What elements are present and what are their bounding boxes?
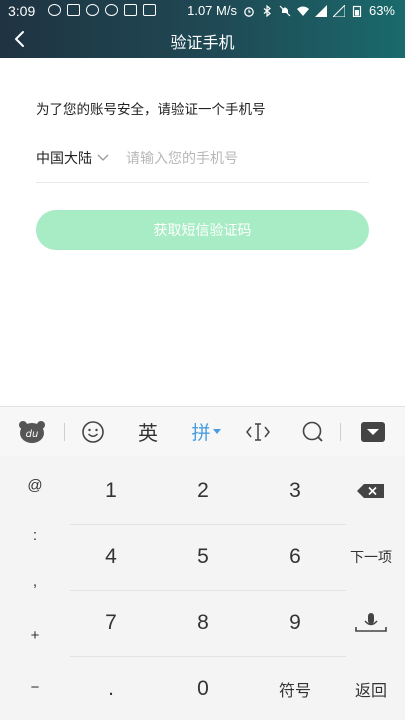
emoji-button[interactable] <box>76 407 110 456</box>
page-title: 验证手机 <box>170 33 235 52</box>
key-4[interactable]: 4 <box>66 524 156 590</box>
key-3[interactable]: 3 <box>250 458 340 524</box>
mute-icon <box>279 5 291 16</box>
pinyin-mode-button[interactable]: 拼 <box>186 407 226 456</box>
phone-row: 中国大陆 <box>36 140 369 183</box>
backspace-icon <box>357 484 384 498</box>
toolbar-divider <box>64 423 65 441</box>
country-selector[interactable]: 中国大陆 <box>36 148 92 168</box>
app-notification-icon <box>86 4 99 16</box>
status-bar: 3:09 1.07 M/s 63% <box>0 0 405 22</box>
english-mode-label: 英 <box>138 421 158 445</box>
search-icon <box>302 421 323 442</box>
key-minus[interactable]: − <box>5 654 65 720</box>
voice-input-key[interactable] <box>336 590 405 656</box>
pinyin-mode-label: 拼 <box>191 422 211 444</box>
emoji-icon <box>82 420 104 443</box>
key-symbols[interactable]: 符号 <box>250 656 340 722</box>
return-key[interactable]: 返回 <box>336 656 405 722</box>
get-code-button[interactable]: 获取短信验证码 <box>36 210 369 250</box>
chevron-down-icon[interactable] <box>97 152 109 162</box>
network-speed: 1.07 M/s <box>187 3 237 18</box>
battery-percent: 63% <box>368 3 395 18</box>
status-right: 1.07 M/s 63% <box>187 3 395 18</box>
numeric-keypad: @ : , + − 1 2 3 4 5 6 7 8 9 . 0 符号 下一项 返… <box>0 456 405 720</box>
collapse-keyboard-icon <box>361 421 385 442</box>
key-5[interactable]: 5 <box>158 524 248 590</box>
key-8[interactable]: 8 <box>158 590 248 656</box>
svg-text:du: du <box>26 429 39 440</box>
baidu-keyboard-icon[interactable]: du <box>14 407 50 456</box>
mail-icon <box>67 4 80 16</box>
key-2[interactable]: 2 <box>158 458 248 524</box>
dropdown-icon <box>212 428 221 434</box>
verify-prompt: 为了您的账号安全，请验证一个手机号 <box>36 102 266 118</box>
search-button[interactable] <box>296 407 330 456</box>
backspace-key[interactable] <box>336 458 405 524</box>
bear-icon: du <box>19 420 45 443</box>
wifi-icon <box>296 6 309 16</box>
english-mode-button[interactable]: 英 <box>130 407 166 456</box>
cursor-button[interactable] <box>242 407 274 456</box>
microphone-icon <box>355 613 387 632</box>
next-field-key[interactable]: 下一项 <box>336 524 405 590</box>
message-icon <box>105 4 118 16</box>
alarm-icon <box>244 6 254 17</box>
key-6[interactable]: 6 <box>250 524 340 590</box>
key-1[interactable]: 1 <box>66 458 156 524</box>
weibo-icon <box>48 4 61 16</box>
news-icon-2 <box>143 4 156 16</box>
battery-icon <box>352 5 362 17</box>
notification-icons <box>48 4 156 16</box>
toolbar-divider-2 <box>340 423 341 441</box>
signal-icon-2 <box>332 4 345 17</box>
key-0[interactable]: 0 <box>158 656 248 722</box>
cursor-move-icon <box>246 422 270 441</box>
title-bar: 验证手机 <box>0 22 405 58</box>
phone-input[interactable] <box>124 146 368 172</box>
key-7[interactable]: 7 <box>66 590 156 656</box>
key-dot[interactable]: . <box>66 656 156 722</box>
key-9[interactable]: 9 <box>250 590 340 656</box>
hide-keyboard-button[interactable] <box>356 407 390 456</box>
top-bar: 3:09 1.07 M/s 63% 验证手机 <box>0 0 405 58</box>
bluetooth-icon <box>263 4 271 17</box>
keyboard-toolbar: du 英 拼 <box>0 406 405 457</box>
signal-icon <box>314 4 327 17</box>
news-icon <box>124 4 137 16</box>
status-time: 3:09 <box>8 3 36 19</box>
